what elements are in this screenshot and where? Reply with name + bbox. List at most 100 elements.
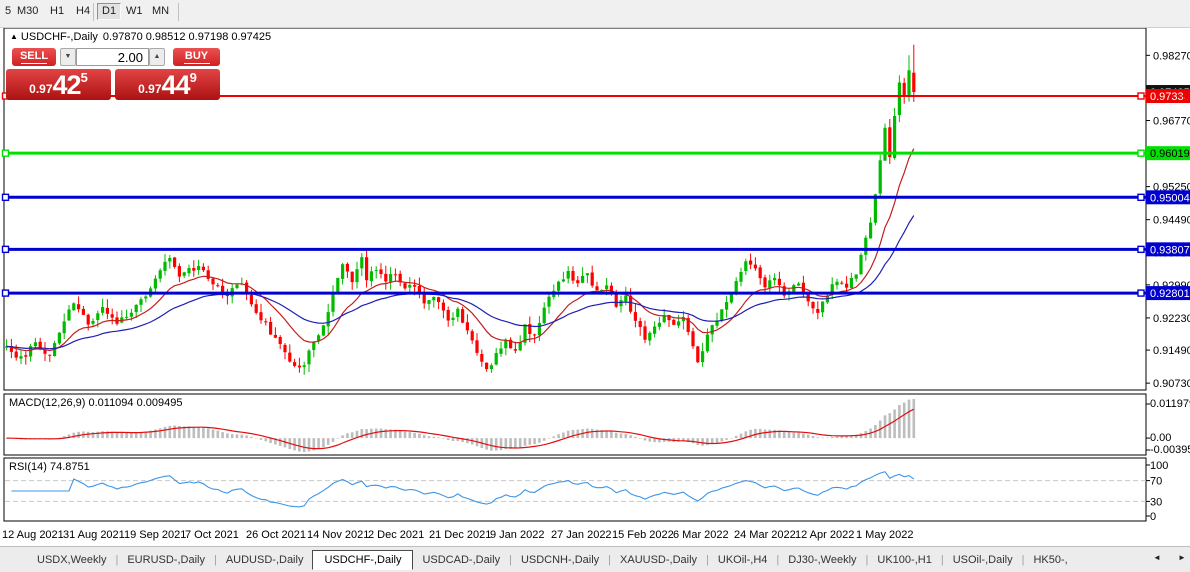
macd-bar [255, 438, 258, 439]
macd-bar [610, 431, 613, 438]
chart-tab[interactable]: AUDUSD-,Daily [217, 551, 313, 569]
sell-button[interactable]: SELL [12, 48, 56, 66]
tab-scroll-right-icon[interactable]: ► [1178, 553, 1186, 562]
macd-bar [706, 438, 709, 445]
macd-bar [903, 403, 906, 439]
chart-tab[interactable]: DJ30-,Weekly [779, 551, 865, 569]
chart-tab[interactable]: XAUUSD-,Daily [611, 551, 706, 569]
axis-price-badge-label: 0.92801 [1150, 288, 1190, 300]
macd-bar [605, 431, 608, 439]
macd-bar [649, 438, 652, 442]
macd-bar [399, 430, 402, 438]
macd-bar [793, 433, 796, 439]
macd-bar [821, 438, 824, 439]
macd-bar [193, 427, 196, 438]
macd-bar [317, 438, 320, 449]
macd-bar [231, 434, 234, 438]
macd-bar [442, 438, 445, 439]
timeframe-button-m30[interactable]: M30 [14, 3, 41, 20]
line-handle[interactable] [1138, 194, 1144, 200]
chart-tab[interactable]: HK50-, [1024, 551, 1076, 569]
chart-tab[interactable]: USDCAD-,Daily [413, 551, 509, 569]
macd-bar [279, 438, 282, 446]
chart-tab[interactable]: UKOil-,H4 [709, 551, 777, 569]
macd-bar [337, 438, 340, 439]
macd-bar [159, 428, 162, 438]
mt4-window: 0.982700.975100.967700.960100.952500.944… [0, 0, 1190, 572]
timeframe-button-h4[interactable]: H4 [73, 3, 93, 20]
date-label: 1 May 2022 [856, 529, 913, 541]
chart-tab[interactable]: USOil-,Daily [944, 551, 1022, 569]
macd-bar [490, 438, 493, 451]
macd-bar [135, 433, 138, 439]
toolbar-separator [178, 3, 179, 21]
line-handle[interactable] [1138, 246, 1144, 252]
buy-button[interactable]: BUY [173, 48, 220, 66]
macd-axis-label: 0.011979 [1150, 398, 1190, 410]
macd-bar [260, 438, 263, 440]
axis-price-badge-label: 0.93807 [1150, 244, 1190, 256]
macd-bar [207, 428, 210, 438]
line-handle[interactable] [3, 194, 9, 200]
toolbar-separator [93, 3, 94, 21]
timeframe-button-mn[interactable]: MN [149, 3, 172, 20]
macd-bar [241, 435, 244, 438]
timeframe-button-h1[interactable]: H1 [47, 3, 67, 20]
macd-bar [73, 433, 76, 438]
date-label: 15 Feb 2022 [612, 529, 674, 541]
rsi-axis-label: 0 [1150, 511, 1156, 523]
macd-bar [543, 438, 546, 441]
macd-bar [749, 430, 752, 438]
macd-bar [817, 437, 820, 438]
line-handle[interactable] [1138, 150, 1144, 156]
sell-price-box[interactable]: 0.97425 [6, 69, 111, 100]
chart-tab[interactable]: USDCHF-,Daily [312, 550, 413, 570]
volume-input[interactable] [76, 48, 149, 66]
chart-tab-bar: USDX,Weekly|EURUSD-,Daily|AUDUSD-,DailyU… [0, 546, 1190, 572]
macd-bar [130, 433, 133, 438]
line-handle[interactable] [3, 246, 9, 252]
date-label: 24 Mar 2022 [734, 529, 796, 541]
date-label: 27 Jan 2022 [551, 529, 612, 541]
timeframe-button-w1[interactable]: W1 [123, 3, 146, 20]
macd-bar [740, 434, 743, 439]
volume-increase-button[interactable]: ▲ [149, 48, 165, 66]
buy-price-pip: 9 [190, 70, 197, 85]
chart-tab[interactable]: UK100-,H1 [868, 551, 940, 569]
line-handle[interactable] [3, 290, 9, 296]
macd-bar [437, 438, 440, 439]
buy-price-prefix: 0.97 [138, 82, 161, 96]
line-handle[interactable] [3, 150, 9, 156]
macd-bar [327, 438, 330, 445]
tab-scroll-left-icon[interactable]: ◄ [1153, 553, 1161, 562]
macd-bar [452, 438, 455, 441]
macd-bar [692, 438, 695, 443]
macd-bar [677, 438, 680, 442]
axis-price-badge-label: 0.95004 [1150, 192, 1190, 204]
date-label: 14 Nov 2021 [307, 529, 369, 541]
buy-price-box[interactable]: 0.97449 [115, 69, 220, 100]
macd-bar [625, 434, 628, 438]
sell-button-label: SELL [20, 50, 48, 62]
volume-decrease-button[interactable]: ▼ [60, 48, 76, 66]
macd-bar [413, 433, 416, 438]
chart-header: ▲USDCHF-,Daily0.97870 0.98512 0.97198 0.… [10, 31, 271, 43]
chart-tab[interactable]: USDCNH-,Daily [512, 551, 608, 569]
macd-bar [509, 438, 512, 449]
arrow-up-icon: ▲ [154, 53, 161, 60]
macd-bar [92, 432, 95, 438]
rsi-pane[interactable] [4, 458, 1146, 521]
macd-bar [553, 436, 556, 438]
line-handle[interactable] [1138, 93, 1144, 99]
date-label: 19 Sep 2021 [124, 529, 186, 541]
macd-bar [298, 438, 301, 451]
line-handle[interactable] [1138, 290, 1144, 296]
chart-tab[interactable]: EURUSD-,Daily [118, 551, 214, 569]
macd-bar [764, 430, 767, 439]
timeframe-button-5[interactable]: 5 [2, 3, 14, 20]
timeframe-button-d1[interactable]: D1 [97, 3, 121, 20]
chart-tab[interactable]: USDX,Weekly [28, 551, 115, 569]
macd-bar [615, 433, 618, 438]
macd-bar [639, 438, 642, 439]
macd-bar [644, 438, 647, 440]
